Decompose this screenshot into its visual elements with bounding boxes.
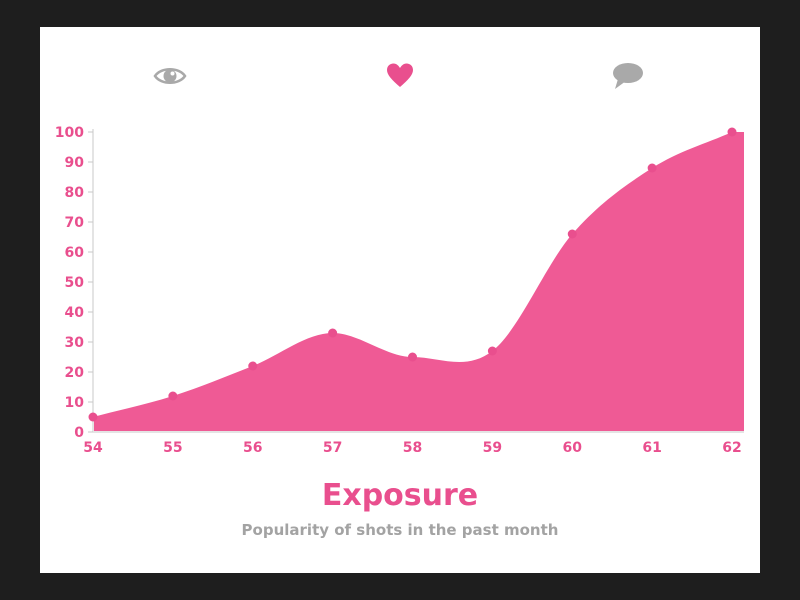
area-chart: 0 10 20 30 40 50 60 70 80 90 100 54 55 56 57 58 59 60 61 62: [55, 125, 744, 456]
y-tick-label: 10: [65, 395, 85, 411]
data-point: [328, 328, 338, 338]
data-point: [88, 412, 98, 422]
data-point: [647, 163, 657, 173]
data-point: [727, 127, 737, 137]
y-tick-label: 20: [65, 365, 85, 381]
chart-card: 0 10 20 30 40 50 60 70 80 90 100 54 55 56 57 58 59 60 61 62…: [40, 27, 760, 573]
y-tick-label: 70: [65, 215, 85, 231]
y-tick-label: 80: [65, 185, 85, 201]
y-tick-label: 0: [74, 425, 84, 441]
data-point: [248, 361, 258, 371]
x-tick-label: 57: [323, 440, 342, 456]
y-tick-label: 90: [65, 155, 85, 171]
x-tick-label: 56: [243, 440, 262, 456]
y-tick-label: 50: [65, 275, 85, 291]
x-tick-label: 55: [163, 440, 182, 456]
chart-title: Exposure: [321, 478, 479, 513]
x-tick-label: 59: [483, 440, 502, 456]
x-tick-label: 58: [403, 440, 422, 456]
x-tick-label: 54: [83, 440, 103, 456]
x-tick-label: 60: [563, 440, 583, 456]
y-tick-label: 100: [55, 125, 84, 141]
data-point: [567, 229, 577, 239]
data-point: [168, 391, 178, 401]
area-series: [93, 132, 744, 432]
x-tick-label: 62: [722, 440, 741, 456]
y-tick-label: 40: [65, 305, 85, 321]
data-point: [408, 352, 417, 362]
y-tick-label: 30: [65, 335, 85, 351]
y-tick-label: 60: [65, 245, 85, 261]
chart-subtitle: Popularity of shots in the past month: [241, 521, 559, 539]
x-tick-label: 61: [642, 440, 661, 456]
data-point: [487, 346, 497, 356]
